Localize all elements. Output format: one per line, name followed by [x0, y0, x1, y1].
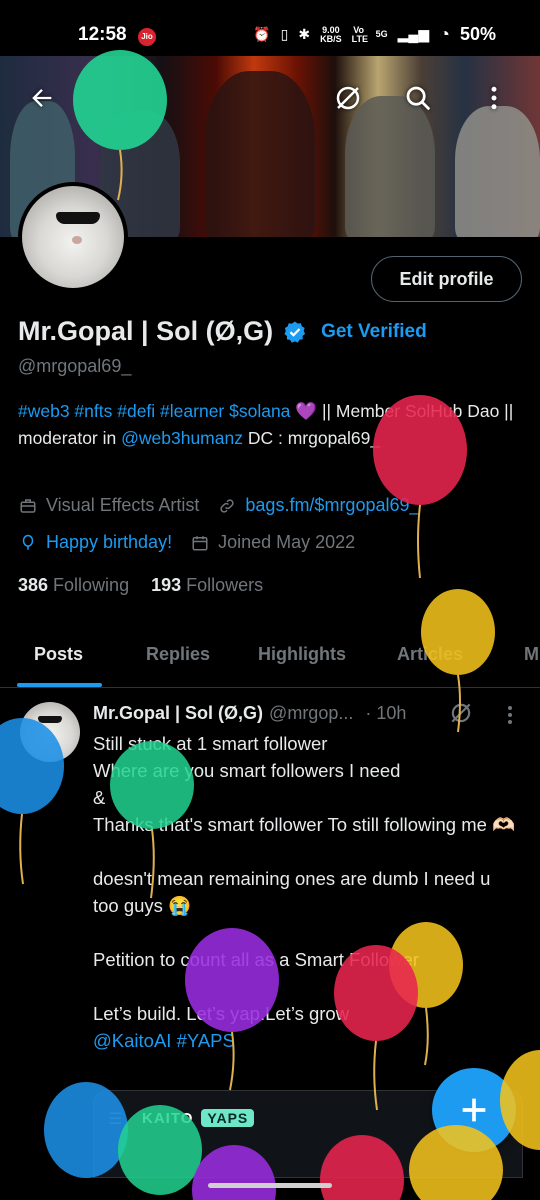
profile-tabs: Posts Replies Highlights Articles M	[0, 630, 540, 688]
profile-bio: #web3 #nfts #defi #learner $solana 💜 || …	[18, 398, 518, 452]
profile-handle: @mrgopal69_	[18, 356, 132, 376]
post-line: &	[93, 787, 106, 808]
get-verified-link[interactable]: Get Verified	[321, 321, 427, 343]
post-header: Mr.Gopal | Sol (Ø,G) @mrgop... · 10h	[93, 703, 406, 724]
balloon-icon	[18, 533, 38, 553]
tab-highlights[interactable]: Highlights	[258, 644, 346, 665]
vibrate-icon: ▯	[280, 26, 289, 42]
cat-nose-graphic	[72, 236, 82, 244]
bio-hashtags[interactable]: #web3 #nfts #defi #learner $solana	[18, 401, 290, 421]
bio-text: DC : mrgopal69_	[242, 428, 381, 448]
battery-level: 50%	[459, 24, 496, 44]
menu-icon: ☰	[108, 1111, 123, 1128]
arrow-left-icon	[32, 89, 52, 107]
kaito-brand: KAITO	[142, 1109, 194, 1127]
post-line: Thanks that's smart follower To still fo…	[93, 814, 516, 835]
joined-date: Joined May 2022	[218, 532, 356, 552]
more-vertical-icon	[491, 86, 497, 110]
edit-profile-button[interactable]: Edit profile	[371, 256, 522, 302]
post-more-button[interactable]	[500, 702, 520, 728]
sunglasses-graphic	[56, 212, 100, 224]
banner-character	[455, 106, 540, 237]
purple-heart-emoji: 💜	[295, 401, 318, 421]
profession-label: Visual Effects Artist	[46, 495, 200, 515]
active-tab-indicator	[17, 683, 102, 687]
yaps-badge: YAPS	[201, 1109, 255, 1127]
search-icon	[406, 86, 431, 111]
post-mention[interactable]: @KaitoAI	[93, 1030, 171, 1051]
following-link[interactable]: 386 Following	[18, 575, 129, 596]
network-indicator: 5G	[375, 29, 388, 39]
post-author-handle[interactable]: @mrgop...	[269, 703, 353, 724]
home-indicator[interactable]	[208, 1183, 332, 1188]
calendar-icon	[190, 533, 210, 553]
post-line: Where are you smart followers I need	[93, 760, 401, 781]
alarm-icon: ⏰	[253, 26, 271, 42]
banner-character	[205, 71, 315, 237]
post-line: doesn't mean remaining ones are dumb I n…	[93, 868, 491, 916]
net-speed: 9.00 KB/S	[320, 24, 342, 44]
profile-avatar[interactable]	[18, 182, 128, 292]
back-button[interactable]	[22, 78, 62, 118]
status-bar: 12:58 Jio ⏰ ▯ ✱ 9.00 KB/S Vo LTE 5G ▂▄▆ ◔…	[0, 0, 540, 56]
grok-slash-icon	[451, 703, 471, 723]
profile-meta-row: Happy birthday! Joined May 2022	[18, 532, 355, 553]
compose-fab-button[interactable]	[432, 1068, 516, 1152]
profile-meta-row: Visual Effects Artist bags.fm/$mrgopal69…	[18, 495, 420, 516]
sunglasses-graphic	[38, 716, 62, 723]
post-avatar[interactable]	[20, 702, 80, 762]
grok-button[interactable]	[328, 78, 368, 118]
search-button[interactable]	[398, 78, 438, 118]
post-line: Petition to count all as a Smart Followe…	[93, 949, 419, 970]
volte-indicator: Vo LTE	[351, 24, 368, 44]
post-line: Let’s build. Let’s yap.Let’s grow	[93, 1003, 350, 1024]
name-row: Mr.Gopal | Sol (Ø,G) Get Verified	[18, 316, 427, 347]
post-timestamp[interactable]: · 10h	[365, 703, 406, 724]
status-icons: ⏰ ▯ ✱ 9.00 KB/S Vo LTE 5G ▂▄▆ ◔ 50%	[253, 24, 496, 45]
bluetooth-icon: ✱	[298, 26, 311, 42]
more-button[interactable]	[474, 78, 514, 118]
post-text: Still stuck at 1 smart follower Where ar…	[93, 730, 518, 1054]
plus-icon	[462, 1098, 486, 1122]
link-icon	[217, 496, 237, 516]
more-vertical-icon	[508, 706, 512, 724]
verified-badge-icon[interactable]	[283, 320, 307, 344]
battery-icon: ◔	[439, 24, 450, 44]
carrier-badge: Jio	[138, 28, 156, 46]
post-line: Still stuck at 1 smart follower	[93, 733, 328, 754]
grok-explain-button[interactable]	[448, 700, 474, 726]
post-hashtag[interactable]: #YAPS	[177, 1030, 235, 1051]
post-author-name[interactable]: Mr.Gopal | Sol (Ø,G)	[93, 703, 263, 724]
tab-posts[interactable]: Posts	[34, 644, 83, 665]
tab-more[interactable]: M	[524, 644, 539, 665]
briefcase-icon	[18, 496, 38, 516]
signal-icon: ▂▄▆	[397, 26, 430, 42]
post-tags-line: @KaitoAI #YAPS	[93, 1027, 518, 1054]
display-name: Mr.Gopal | Sol (Ø,G)	[18, 316, 274, 346]
kaito-logo: KAITO YAPS	[142, 1109, 255, 1127]
bio-mention[interactable]: @web3humanz	[121, 428, 243, 448]
followers-link[interactable]: 193 Followers	[151, 575, 263, 596]
tab-replies[interactable]: Replies	[146, 644, 210, 665]
birthday-label[interactable]: Happy birthday!	[46, 532, 172, 553]
tab-articles[interactable]: Articles	[397, 644, 463, 665]
follow-stats: 386 Following 193 Followers	[18, 575, 263, 596]
grok-slash-icon	[336, 86, 360, 110]
status-time: 12:58	[78, 24, 127, 45]
website-link[interactable]: bags.fm/$mrgopal69_	[245, 495, 419, 516]
